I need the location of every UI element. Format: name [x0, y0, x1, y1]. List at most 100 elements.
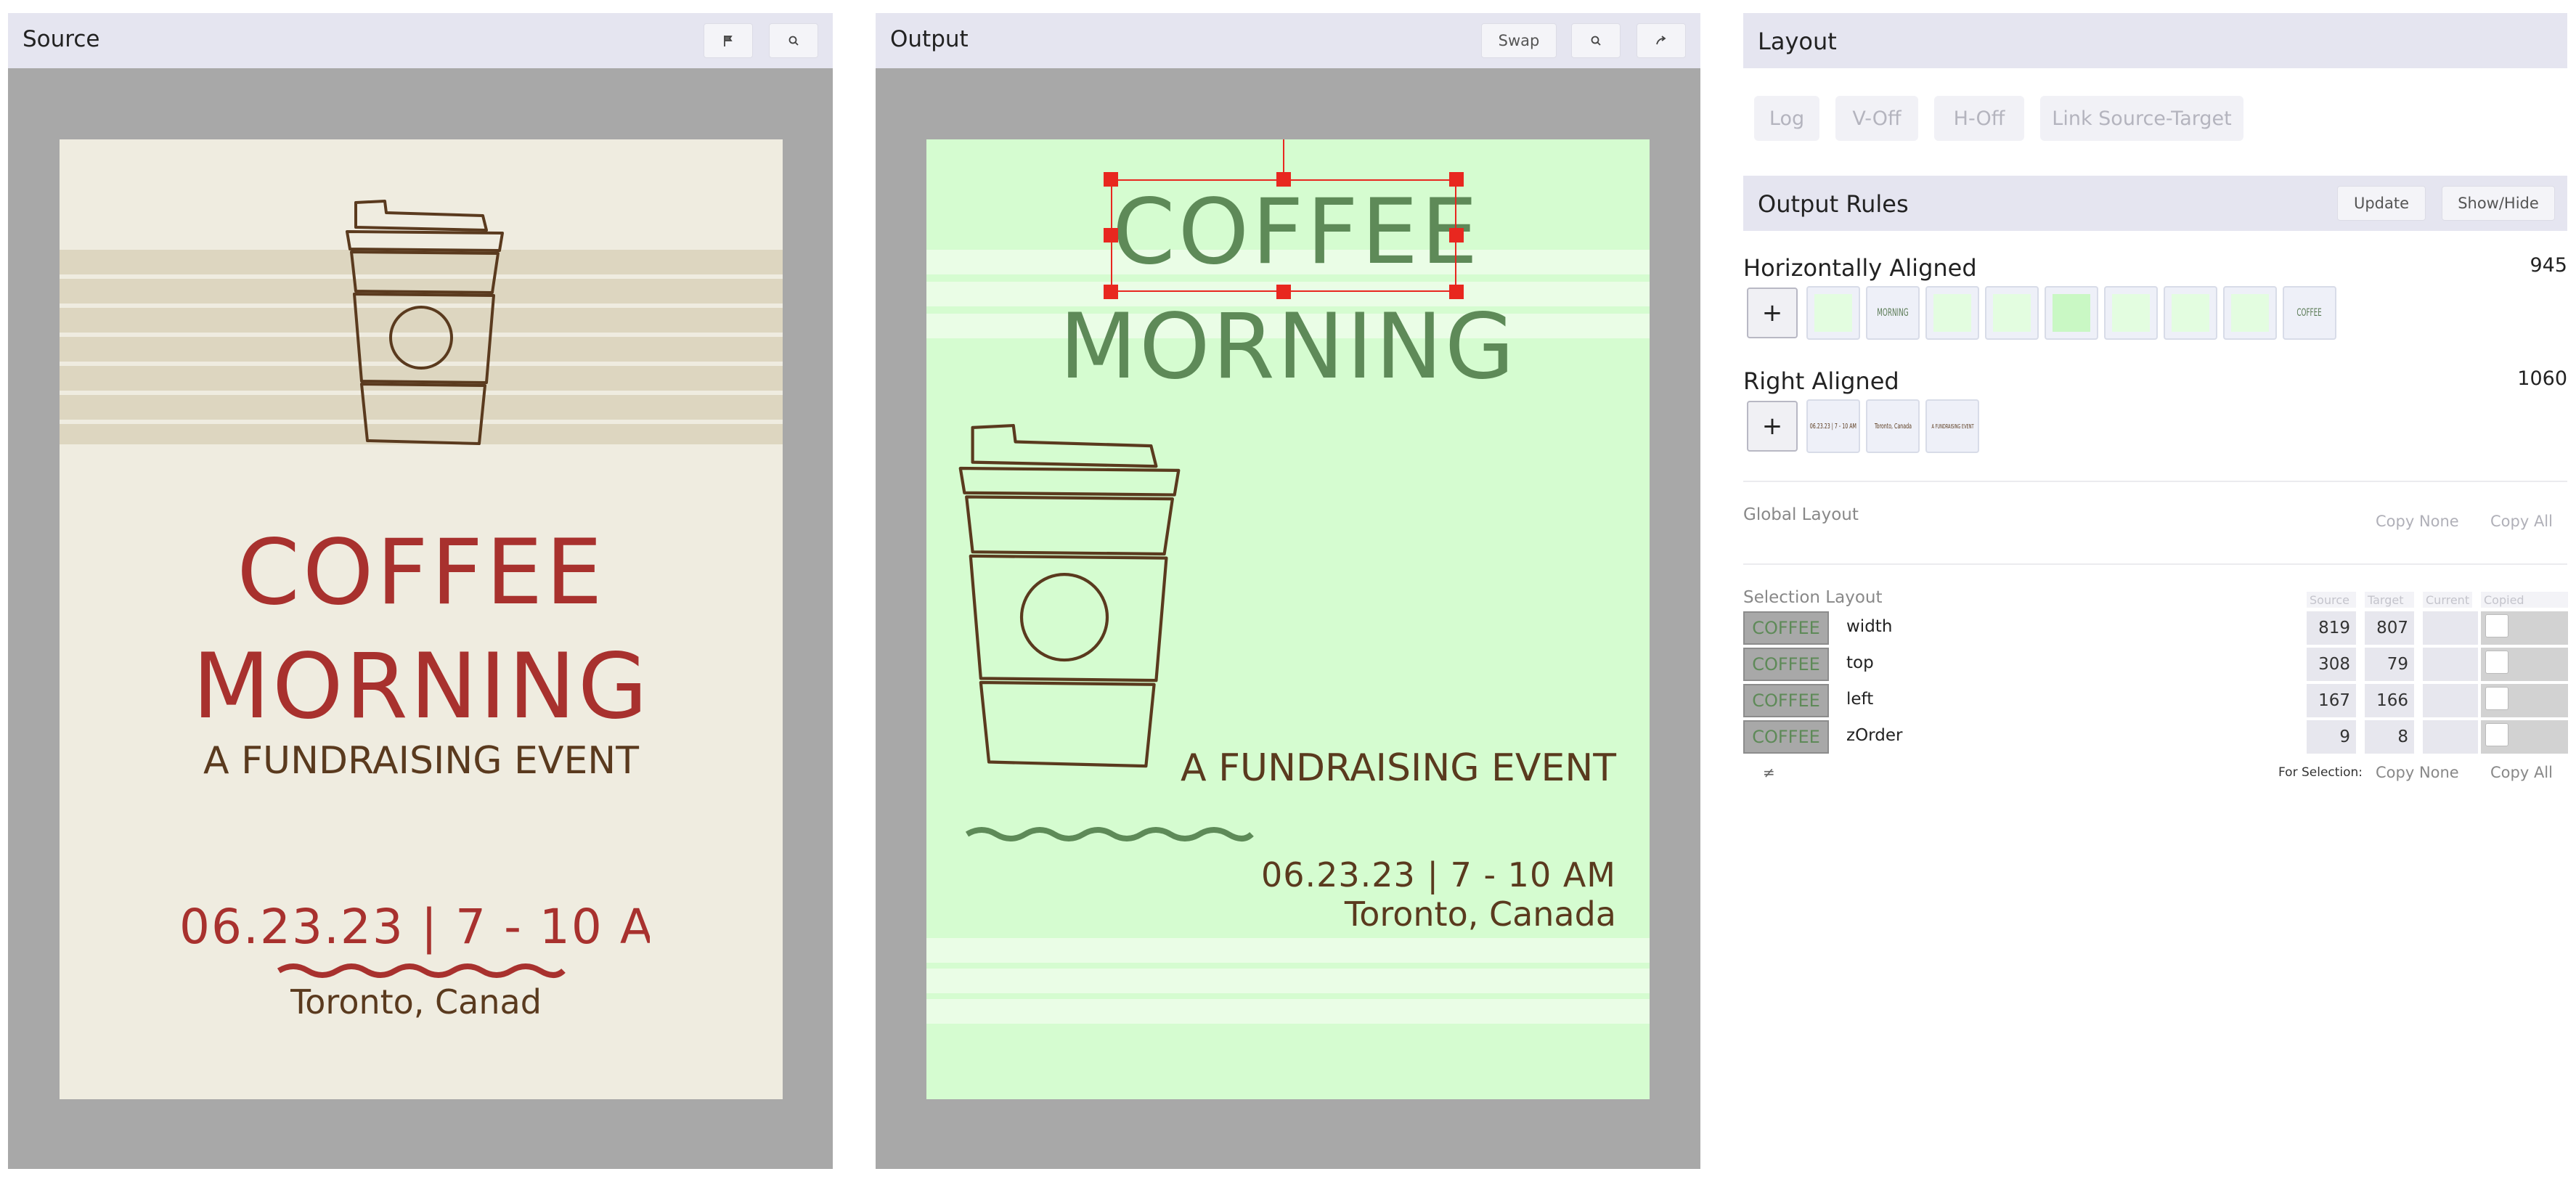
- log-button[interactable]: Log: [1754, 96, 1819, 141]
- source-value: 167: [2307, 684, 2356, 717]
- rule-thumb[interactable]: COFFEE: [2283, 286, 2336, 340]
- title-morning[interactable]: MORNING: [60, 642, 783, 732]
- output-panel: Output Swap COFFEE MORNING A FUNDRAISING…: [876, 13, 1700, 1169]
- target-value: 8: [2365, 720, 2414, 754]
- output-rules-title: Output Rules: [1758, 190, 1909, 218]
- squiggle: [277, 963, 566, 978]
- global-copy-none[interactable]: Copy None: [2376, 513, 2459, 530]
- selection-copy-none[interactable]: Copy None: [2376, 764, 2459, 781]
- location[interactable]: Toronto, Canada: [926, 897, 1616, 931]
- horizontally-aligned-label: Horizontally Aligned: [1743, 254, 1977, 282]
- rule-thumb[interactable]: [2045, 286, 2098, 340]
- datetime[interactable]: 06.23.23 | 7 - 10 AM: [179, 903, 650, 951]
- copied-checkbox[interactable]: [2485, 651, 2508, 674]
- element-chip[interactable]: COFFEE: [1743, 684, 1829, 717]
- rule-thumb[interactable]: [2104, 286, 2158, 340]
- divider: [1743, 563, 2567, 565]
- current-value: [2423, 684, 2478, 717]
- for-selection-label: For Selection:: [2278, 765, 2363, 780]
- rule-thumb[interactable]: [2164, 286, 2217, 340]
- col-target: Target: [2365, 592, 2414, 608]
- rule-thumb[interactable]: A FUNDRAISING EVENT: [1925, 399, 1979, 453]
- thumb-label: A FUNDRAISING EVENT: [1931, 423, 1974, 430]
- resize-handle[interactable]: [1276, 172, 1291, 187]
- selection-layout-label: Selection Layout: [1743, 588, 1883, 607]
- copied-cell: [2481, 684, 2568, 717]
- right-aligned-label: Right Aligned: [1743, 367, 1899, 395]
- resize-handle[interactable]: [1104, 285, 1118, 299]
- squiggle: [965, 827, 1254, 841]
- source-value: 9: [2307, 720, 2356, 754]
- target-value: 166: [2365, 684, 2414, 717]
- h-off-button[interactable]: H-Off: [1934, 96, 2024, 141]
- rule-thumb[interactable]: [1806, 286, 1860, 340]
- not-equal-icon: ≠: [1763, 764, 1775, 781]
- title-morning[interactable]: MORNING: [926, 302, 1650, 392]
- property-name: top: [1846, 653, 1874, 672]
- source-title: Source: [23, 26, 100, 52]
- rule-thumb[interactable]: [2223, 286, 2277, 340]
- element-chip[interactable]: COFFEE: [1743, 720, 1829, 754]
- target-value: 79: [2365, 648, 2414, 681]
- add-rule-button[interactable]: +: [1747, 401, 1798, 452]
- col-current: Current: [2423, 592, 2472, 608]
- update-button[interactable]: Update: [2337, 186, 2426, 221]
- subtitle[interactable]: A FUNDRAISING EVENT: [926, 749, 1616, 787]
- v-off-button[interactable]: V-Off: [1835, 96, 1918, 141]
- resize-handle[interactable]: [1104, 228, 1118, 242]
- layout-title: Layout: [1758, 28, 1837, 55]
- output-header: Output Swap: [876, 13, 1700, 68]
- rule-thumb[interactable]: MORNING: [1866, 286, 1920, 340]
- element-chip[interactable]: COFFEE: [1743, 611, 1829, 645]
- copied-checkbox[interactable]: [2485, 687, 2508, 710]
- selection-copy-all[interactable]: Copy All: [2490, 764, 2553, 781]
- selection-row: COFFEE top 308 79: [1743, 648, 2568, 681]
- rule-thumb[interactable]: Toronto, Canada: [1866, 399, 1920, 453]
- selection-box[interactable]: [1111, 179, 1456, 292]
- share-icon: [1656, 36, 1666, 45]
- selection-row: COFFEE width 819 807: [1743, 611, 2568, 645]
- element-chip[interactable]: COFFEE: [1743, 648, 1829, 681]
- output-canvas[interactable]: COFFEE MORNING A FUNDRAISING EVENT 06.23…: [926, 139, 1650, 1099]
- property-name: zOrder: [1846, 726, 1903, 745]
- stripe: [926, 938, 1650, 963]
- datetime[interactable]: 06.23.23 | 7 - 10 AM: [926, 858, 1616, 892]
- subtitle[interactable]: A FUNDRAISING EVENT: [60, 742, 783, 780]
- target-value: 807: [2365, 611, 2414, 645]
- copied-checkbox[interactable]: [2485, 723, 2508, 746]
- flag-button[interactable]: [704, 23, 753, 58]
- resize-handle[interactable]: [1449, 228, 1464, 242]
- swap-button[interactable]: Swap: [1481, 23, 1557, 58]
- global-copy-all[interactable]: Copy All: [2490, 513, 2553, 530]
- rule-thumb[interactable]: [1985, 286, 2039, 340]
- copied-checkbox[interactable]: [2485, 614, 2508, 637]
- col-copied: Copied: [2481, 592, 2568, 608]
- rule-thumb[interactable]: 06.23.23 | 7 - 10 AM: [1806, 399, 1860, 453]
- source-canvas[interactable]: COFFEE MORNING A FUNDRAISING EVENT 06.23…: [60, 139, 783, 1099]
- title-coffee[interactable]: COFFEE: [60, 528, 783, 618]
- link-source-target-button[interactable]: Link Source-Target: [2040, 96, 2243, 141]
- thumb-label: Toronto, Canada: [1874, 422, 1912, 431]
- source-panel: Source COFFEE MORNING A FUNDRAISING EVEN…: [8, 13, 833, 1169]
- add-rule-button[interactable]: +: [1747, 288, 1798, 338]
- resize-handle[interactable]: [1276, 285, 1291, 299]
- copied-cell: [2481, 611, 2568, 645]
- divider: [1743, 481, 2567, 482]
- copied-cell: [2481, 720, 2568, 754]
- zoom-button[interactable]: [1571, 23, 1621, 58]
- stripe: [926, 999, 1650, 1024]
- rule-thumb[interactable]: [1925, 286, 1979, 340]
- zoom-icon: [788, 36, 799, 46]
- zoom-button[interactable]: [769, 23, 818, 58]
- resize-handle[interactable]: [1104, 172, 1118, 187]
- resize-handle[interactable]: [1449, 285, 1464, 299]
- share-button[interactable]: [1637, 23, 1686, 58]
- resize-handle[interactable]: [1449, 172, 1464, 187]
- source-value: 819: [2307, 611, 2356, 645]
- location[interactable]: Toronto, Canada: [290, 985, 543, 1019]
- selection-row: COFFEE left 167 166: [1743, 684, 2568, 717]
- show-hide-button[interactable]: Show/Hide: [2442, 186, 2555, 221]
- datetime-clip: 06.23.23 | 7 - 10 AM: [179, 903, 650, 969]
- stripe: [926, 969, 1650, 993]
- coffee-cup-icon: [958, 423, 1181, 768]
